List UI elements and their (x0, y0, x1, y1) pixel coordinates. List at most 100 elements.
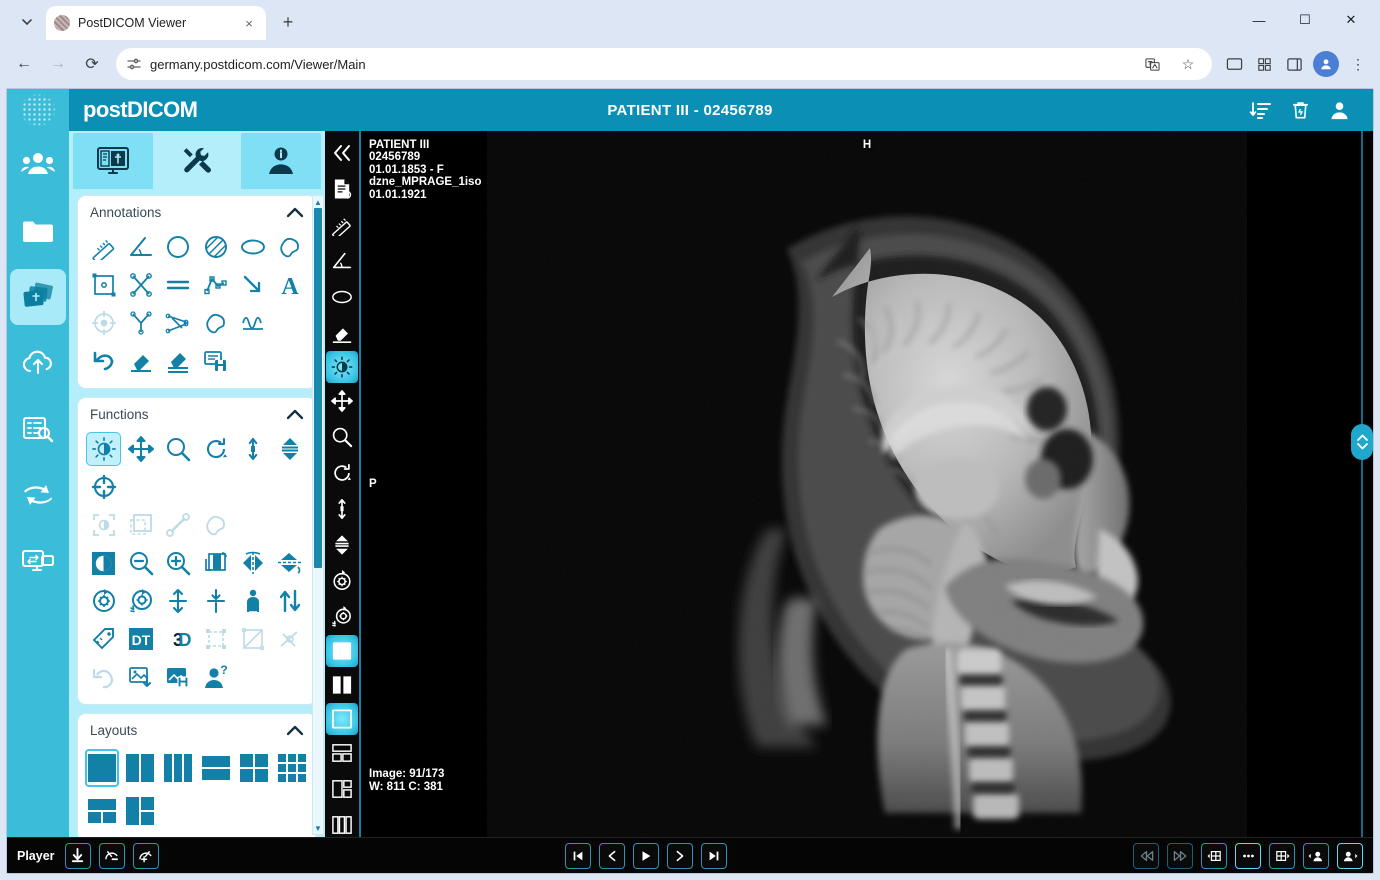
document-preview-icon[interactable] (326, 171, 358, 207)
play-button[interactable] (633, 843, 659, 869)
reset-tool[interactable] (86, 660, 121, 694)
prev-patient-button[interactable] (1303, 843, 1329, 869)
back-button[interactable]: ← (8, 48, 40, 80)
cobb-angle-tool[interactable] (161, 306, 196, 340)
layout-1x2[interactable] (124, 750, 156, 786)
layout-left-wide-icon[interactable] (326, 771, 358, 807)
crosshair-tool[interactable] (86, 470, 121, 504)
new-tab-button[interactable]: + (274, 8, 302, 36)
sort-descending-icon[interactable] (1249, 98, 1273, 122)
section-layouts-header[interactable]: Layouts (78, 714, 316, 746)
minimize-button[interactable]: — (1236, 3, 1282, 37)
next-patient-button[interactable] (1337, 843, 1363, 869)
prev-frame-button[interactable] (599, 843, 625, 869)
rotate-gear-cw-icon[interactable] (326, 563, 358, 599)
recycle-bin-icon[interactable] (1289, 99, 1312, 122)
updown-arrow-icon[interactable] (326, 491, 358, 527)
ellipse-icon[interactable] (326, 279, 358, 315)
target-tool[interactable] (86, 306, 121, 340)
spline-tool[interactable] (235, 306, 270, 340)
translate-icon[interactable] (1138, 50, 1166, 78)
eraser-icon[interactable] (326, 315, 358, 351)
roi-box-tool[interactable] (86, 268, 121, 302)
tab-tools[interactable] (157, 133, 237, 189)
layout-top-wide-icon[interactable] (326, 735, 358, 771)
ruler-icon[interactable] (326, 207, 358, 243)
layout-single-filled-icon[interactable] (326, 703, 358, 735)
split-view-icon[interactable] (1280, 50, 1308, 78)
sidebar-item-studies[interactable] (10, 269, 66, 325)
region-window-tool[interactable] (86, 508, 121, 542)
parallel-lines-tool[interactable] (161, 268, 196, 302)
bone-tool[interactable] (161, 508, 196, 542)
updown-chevrons-icon[interactable] (1351, 424, 1373, 460)
player-speed-up-button[interactable] (133, 843, 159, 869)
brightness-contrast-icon[interactable] (326, 351, 358, 383)
cross-measure-tool[interactable] (123, 268, 158, 302)
panel-scrollbar[interactable]: ▲ ▼ (312, 195, 324, 835)
layout-1x1[interactable] (86, 750, 118, 786)
close-icon[interactable]: × (240, 14, 258, 32)
maximize-button[interactable]: ☐ (1282, 3, 1328, 37)
pan-tool[interactable] (123, 432, 158, 466)
last-frame-button[interactable] (701, 843, 727, 869)
chevron-up-icon[interactable] (286, 725, 304, 736)
tag-tool[interactable] (86, 622, 121, 656)
invert-tool[interactable] (86, 546, 121, 580)
forward-all-button[interactable] (1167, 843, 1193, 869)
dt-tool[interactable]: DT (123, 622, 158, 656)
prev-series-button[interactable] (1201, 843, 1227, 869)
save-annotation[interactable] (198, 344, 233, 378)
tab-patient-info[interactable] (241, 133, 321, 189)
layout-top-wide[interactable] (86, 793, 118, 829)
closed-freehand-tool[interactable] (198, 306, 233, 340)
user-icon[interactable] (1328, 99, 1351, 122)
crop-tool[interactable] (198, 622, 233, 656)
layout-left-wide[interactable] (124, 793, 156, 829)
extensions-icon[interactable] (1250, 50, 1278, 78)
layout-three-col-icon[interactable] (326, 807, 358, 837)
tab-viewer[interactable] (73, 133, 153, 189)
layout-single-white-icon[interactable] (326, 635, 358, 667)
profile-avatar[interactable] (1313, 51, 1339, 77)
sidebar-item-transfer[interactable] (10, 467, 66, 523)
circle-tool[interactable] (161, 230, 196, 264)
polyline-tool[interactable] (198, 268, 233, 302)
flip-page-tool[interactable] (198, 546, 233, 580)
bi-angle-tool[interactable] (123, 306, 158, 340)
rotate-cw-tool[interactable] (86, 584, 121, 618)
more-options-button[interactable] (1235, 843, 1261, 869)
move-arrows-icon[interactable] (326, 383, 358, 419)
arrow-tool[interactable] (235, 268, 270, 302)
player-speed-down-button[interactable] (99, 843, 125, 869)
stack-scroll-tool[interactable] (273, 432, 308, 466)
address-bar[interactable]: germany.postdicom.com/Viewer/Main ☆ (116, 48, 1212, 80)
angle-icon[interactable] (326, 243, 358, 279)
three-d-tool[interactable]: 3D (161, 622, 196, 656)
ellipse-tool[interactable] (235, 230, 270, 264)
zoom-tool[interactable] (161, 432, 196, 466)
site-settings-icon[interactable] (126, 56, 142, 72)
sidebar-item-patients[interactable] (10, 137, 66, 193)
freehand-tool[interactable] (273, 230, 308, 264)
series-scrollbar[interactable] (1357, 131, 1367, 837)
true-size-tool[interactable] (235, 584, 270, 618)
sidebar-item-folders[interactable] (10, 203, 66, 259)
measure-diag-tool[interactable] (235, 622, 270, 656)
ruler-tool[interactable] (86, 230, 121, 264)
store-image-tool[interactable] (161, 660, 196, 694)
image-viewport[interactable]: PATIENT III 02456789 01.01.1853 - F dzne… (361, 131, 1373, 837)
zoom-out-tool[interactable] (123, 546, 158, 580)
erase-annotation[interactable] (123, 344, 158, 378)
layout-1x3[interactable] (162, 750, 194, 786)
scroll-up-icon[interactable]: ▲ (314, 196, 322, 208)
browser-tab[interactable]: PostDICOM Viewer × (46, 6, 266, 40)
save-image-tool[interactable] (123, 660, 158, 694)
first-frame-button[interactable] (565, 843, 591, 869)
angle-tool[interactable] (123, 230, 158, 264)
flip-horizontal-tool[interactable] (235, 546, 270, 580)
magnifier-icon[interactable] (326, 419, 358, 455)
scrollbar-thumb[interactable] (314, 208, 322, 568)
sort-updown-tool[interactable] (273, 584, 308, 618)
text-tool[interactable]: A (273, 268, 308, 302)
